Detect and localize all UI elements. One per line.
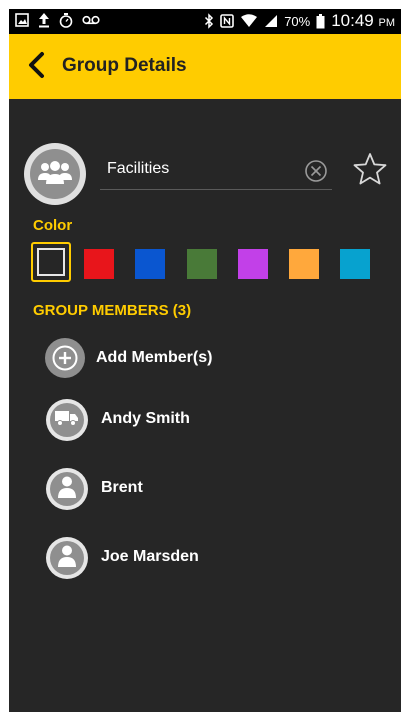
battery-icon <box>316 13 325 29</box>
truck-icon <box>54 409 80 432</box>
status-bar-system: 70% 10:49 PM <box>204 11 395 31</box>
group-avatar-inner <box>30 149 80 199</box>
bluetooth-icon <box>204 13 214 29</box>
member-name: Andy Smith <box>101 410 190 427</box>
back-button[interactable] <box>21 51 53 83</box>
person-icon <box>57 475 77 504</box>
stopwatch-icon <box>59 12 73 28</box>
clock: 10:49 PM <box>331 11 395 31</box>
plus-circle-icon <box>45 338 85 378</box>
image-icon <box>15 13 29 27</box>
color-swatch-orange[interactable] <box>289 249 319 279</box>
status-bar: 70% 10:49 PM <box>9 9 401 34</box>
wifi-icon <box>240 14 258 28</box>
member-avatar <box>46 399 88 441</box>
group-icon <box>37 158 73 191</box>
member-row-joe-marsden[interactable]: Joe Marsden <box>9 533 401 583</box>
clear-name-button[interactable] <box>304 159 328 188</box>
member-avatar <box>46 537 88 579</box>
upload-icon <box>38 12 50 28</box>
member-avatar-inner <box>50 403 84 437</box>
color-swatch-purple[interactable] <box>238 249 268 279</box>
member-avatar <box>46 468 88 510</box>
page-title: Group Details <box>62 55 187 76</box>
member-name: Joe Marsden <box>101 548 199 565</box>
color-section-label: Color <box>33 217 73 234</box>
color-swatch-blue[interactable] <box>135 249 165 279</box>
group-name-input[interactable]: Facilities <box>107 160 169 178</box>
status-bar-notifications <box>15 12 100 28</box>
member-row-brent[interactable]: Brent <box>9 464 401 514</box>
clock-ampm: PM <box>378 17 396 29</box>
app-screen: 70% 10:49 PM Group Details Facilities Co… <box>9 9 401 712</box>
battery-percent: 70% <box>284 13 311 29</box>
chevron-left-icon <box>27 51 47 84</box>
add-member-button[interactable]: Add Member(s) <box>9 333 401 383</box>
member-avatar-inner <box>50 472 84 506</box>
group-avatar[interactable] <box>24 143 86 205</box>
favorite-button[interactable] <box>353 152 387 191</box>
color-swatch-none-inner <box>37 248 65 276</box>
color-swatch-cyan[interactable] <box>340 249 370 279</box>
member-name: Brent <box>101 479 143 496</box>
member-row-andy-smith[interactable]: Andy Smith <box>9 395 401 445</box>
add-member-label: Add Member(s) <box>96 349 213 366</box>
voicemail-icon <box>82 15 100 25</box>
color-swatch-none[interactable] <box>31 242 71 282</box>
signal-icon <box>264 14 278 28</box>
nfc-icon <box>220 14 234 28</box>
color-swatch-red[interactable] <box>84 249 114 279</box>
color-swatch-green[interactable] <box>187 249 217 279</box>
member-avatar-inner <box>50 541 84 575</box>
clear-circle-icon <box>304 160 328 187</box>
group-name-field[interactable]: Facilities <box>100 155 332 190</box>
person-icon <box>57 544 77 573</box>
star-outline-icon <box>353 153 387 190</box>
app-bar: Group Details <box>9 34 401 99</box>
clock-time: 10:49 <box>331 11 374 30</box>
group-members-label: GROUP MEMBERS (3) <box>33 302 192 319</box>
